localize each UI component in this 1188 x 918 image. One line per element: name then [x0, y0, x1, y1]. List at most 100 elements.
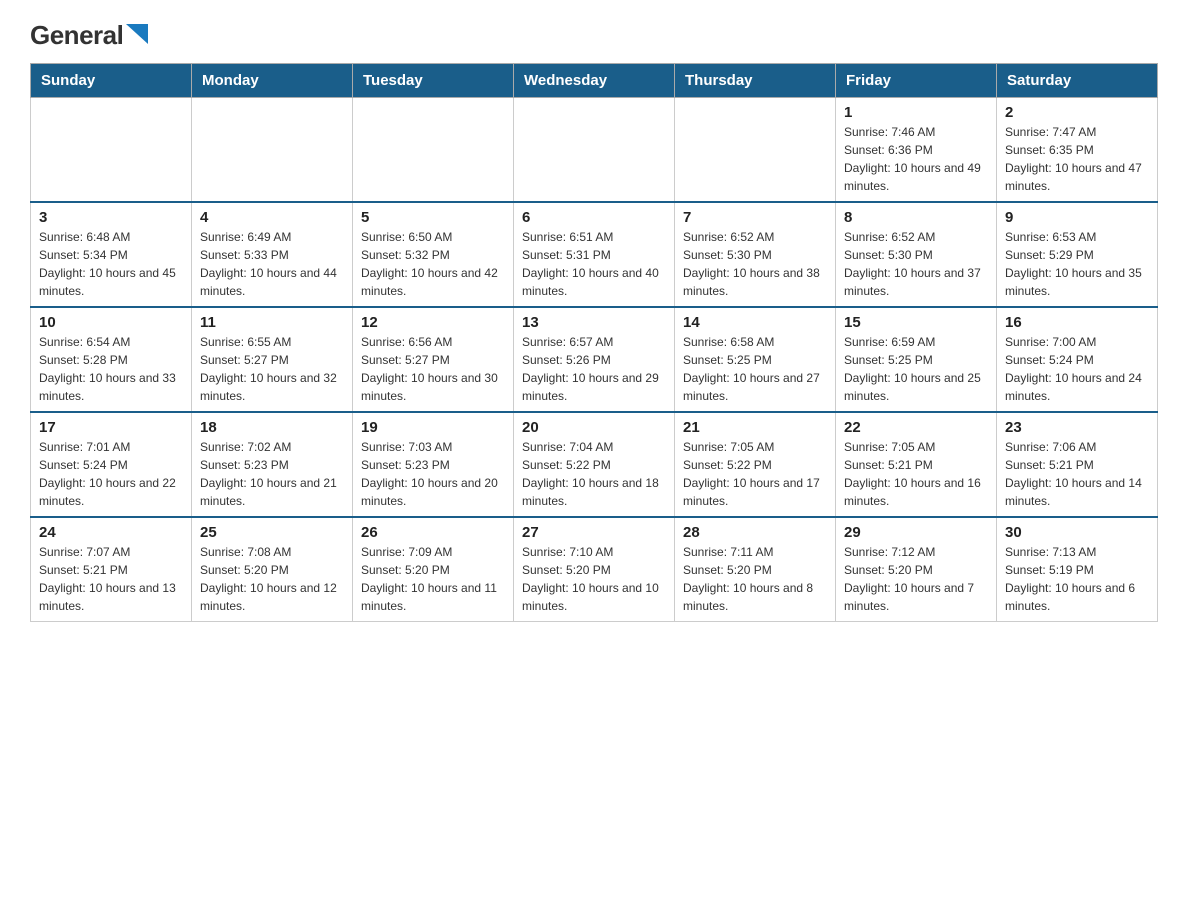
day-info: Sunrise: 7:02 AMSunset: 5:23 PMDaylight:…	[200, 438, 344, 510]
day-info: Sunrise: 6:51 AMSunset: 5:31 PMDaylight:…	[522, 228, 666, 300]
calendar-day-cell: 18 Sunrise: 7:02 AMSunset: 5:23 PMDayligh…	[192, 412, 353, 517]
calendar-day-cell: 6 Sunrise: 6:51 AMSunset: 5:31 PMDaylight…	[514, 202, 675, 307]
day-info: Sunrise: 7:46 AMSunset: 6:36 PMDaylight:…	[844, 123, 988, 195]
day-number: 27	[522, 524, 666, 541]
day-number: 21	[683, 419, 827, 436]
day-info: Sunrise: 6:56 AMSunset: 5:27 PMDaylight:…	[361, 333, 505, 405]
calendar-week-row: 3 Sunrise: 6:48 AMSunset: 5:34 PMDaylight…	[31, 202, 1158, 307]
day-info: Sunrise: 7:06 AMSunset: 5:21 PMDaylight:…	[1005, 438, 1149, 510]
day-info: Sunrise: 7:09 AMSunset: 5:20 PMDaylight:…	[361, 543, 505, 615]
day-info: Sunrise: 7:13 AMSunset: 5:19 PMDaylight:…	[1005, 543, 1149, 615]
day-number: 23	[1005, 419, 1149, 436]
calendar-day-cell: 23 Sunrise: 7:06 AMSunset: 5:21 PMDayligh…	[997, 412, 1158, 517]
day-info: Sunrise: 6:55 AMSunset: 5:27 PMDaylight:…	[200, 333, 344, 405]
day-number: 3	[39, 209, 183, 226]
day-number: 29	[844, 524, 988, 541]
calendar-day-cell: 14 Sunrise: 6:58 AMSunset: 5:25 PMDayligh…	[675, 307, 836, 412]
day-info: Sunrise: 7:01 AMSunset: 5:24 PMDaylight:…	[39, 438, 183, 510]
day-info: Sunrise: 7:07 AMSunset: 5:21 PMDaylight:…	[39, 543, 183, 615]
calendar-day-cell: 27 Sunrise: 7:10 AMSunset: 5:20 PMDayligh…	[514, 517, 675, 622]
day-number: 4	[200, 209, 344, 226]
calendar-day-cell: 19 Sunrise: 7:03 AMSunset: 5:23 PMDayligh…	[353, 412, 514, 517]
logo-triangle-icon	[126, 24, 148, 49]
day-number: 7	[683, 209, 827, 226]
day-info: Sunrise: 7:11 AMSunset: 5:20 PMDaylight:…	[683, 543, 827, 615]
calendar-day-cell: 16Sunrise: 7:00 AMSunset: 5:24 PMDayligh…	[997, 307, 1158, 412]
calendar-day-cell	[514, 98, 675, 203]
calendar-day-cell: 10 Sunrise: 6:54 AMSunset: 5:28 PMDayligh…	[31, 307, 192, 412]
day-info: Sunrise: 7:04 AMSunset: 5:22 PMDaylight:…	[522, 438, 666, 510]
day-info: Sunrise: 6:48 AMSunset: 5:34 PMDaylight:…	[39, 228, 183, 300]
calendar-day-cell: 30 Sunrise: 7:13 AMSunset: 5:19 PMDayligh…	[997, 517, 1158, 622]
day-number: 15	[844, 314, 988, 331]
calendar-day-cell: 4 Sunrise: 6:49 AMSunset: 5:33 PMDaylight…	[192, 202, 353, 307]
day-number: 16	[1005, 314, 1149, 331]
calendar-week-row: 10 Sunrise: 6:54 AMSunset: 5:28 PMDayligh…	[31, 307, 1158, 412]
calendar-day-cell	[31, 98, 192, 203]
calendar-day-cell: 25 Sunrise: 7:08 AMSunset: 5:20 PMDayligh…	[192, 517, 353, 622]
day-number: 5	[361, 209, 505, 226]
calendar-day-cell: 12 Sunrise: 6:56 AMSunset: 5:27 PMDayligh…	[353, 307, 514, 412]
calendar-week-row: 17Sunrise: 7:01 AMSunset: 5:24 PMDayligh…	[31, 412, 1158, 517]
day-number: 13	[522, 314, 666, 331]
calendar-week-row: 24Sunrise: 7:07 AMSunset: 5:21 PMDayligh…	[31, 517, 1158, 622]
calendar-day-cell: 8 Sunrise: 6:52 AMSunset: 5:30 PMDaylight…	[836, 202, 997, 307]
day-number: 30	[1005, 524, 1149, 541]
day-number: 1	[844, 104, 988, 121]
day-number: 18	[200, 419, 344, 436]
day-info: Sunrise: 6:54 AMSunset: 5:28 PMDaylight:…	[39, 333, 183, 405]
day-number: 14	[683, 314, 827, 331]
day-number: 19	[361, 419, 505, 436]
day-number: 28	[683, 524, 827, 541]
day-number: 25	[200, 524, 344, 541]
logo-general-text: General	[30, 20, 123, 51]
calendar-day-cell: 9 Sunrise: 6:53 AMSunset: 5:29 PMDaylight…	[997, 202, 1158, 307]
day-info: Sunrise: 6:49 AMSunset: 5:33 PMDaylight:…	[200, 228, 344, 300]
day-info: Sunrise: 7:03 AMSunset: 5:23 PMDaylight:…	[361, 438, 505, 510]
calendar-day-cell: 26Sunrise: 7:09 AMSunset: 5:20 PMDayligh…	[353, 517, 514, 622]
column-header-monday: Monday	[192, 64, 353, 98]
column-header-tuesday: Tuesday	[353, 64, 514, 98]
day-info: Sunrise: 7:47 AMSunset: 6:35 PMDaylight:…	[1005, 123, 1149, 195]
day-info: Sunrise: 7:05 AMSunset: 5:22 PMDaylight:…	[683, 438, 827, 510]
day-number: 10	[39, 314, 183, 331]
day-info: Sunrise: 6:53 AMSunset: 5:29 PMDaylight:…	[1005, 228, 1149, 300]
calendar-day-cell	[192, 98, 353, 203]
day-info: Sunrise: 6:50 AMSunset: 5:32 PMDaylight:…	[361, 228, 505, 300]
column-header-friday: Friday	[836, 64, 997, 98]
day-info: Sunrise: 7:10 AMSunset: 5:20 PMDaylight:…	[522, 543, 666, 615]
column-header-sunday: Sunday	[31, 64, 192, 98]
calendar-day-cell: 15Sunrise: 6:59 AMSunset: 5:25 PMDayligh…	[836, 307, 997, 412]
calendar-day-cell: 29Sunrise: 7:12 AMSunset: 5:20 PMDayligh…	[836, 517, 997, 622]
day-number: 22	[844, 419, 988, 436]
calendar-header-row: SundayMondayTuesdayWednesdayThursdayFrid…	[31, 64, 1158, 98]
day-number: 9	[1005, 209, 1149, 226]
calendar-day-cell: 28 Sunrise: 7:11 AMSunset: 5:20 PMDayligh…	[675, 517, 836, 622]
day-number: 11	[200, 314, 344, 331]
calendar-day-cell: 11 Sunrise: 6:55 AMSunset: 5:27 PMDayligh…	[192, 307, 353, 412]
calendar-week-row: 1 Sunrise: 7:46 AMSunset: 6:36 PMDaylight…	[31, 98, 1158, 203]
calendar-day-cell: 13 Sunrise: 6:57 AMSunset: 5:26 PMDayligh…	[514, 307, 675, 412]
logo-area: General	[30, 20, 148, 47]
day-number: 2	[1005, 104, 1149, 121]
column-header-thursday: Thursday	[675, 64, 836, 98]
calendar-day-cell: 17Sunrise: 7:01 AMSunset: 5:24 PMDayligh…	[31, 412, 192, 517]
day-info: Sunrise: 6:57 AMSunset: 5:26 PMDaylight:…	[522, 333, 666, 405]
calendar-day-cell: 2 Sunrise: 7:47 AMSunset: 6:35 PMDaylight…	[997, 98, 1158, 203]
day-info: Sunrise: 6:52 AMSunset: 5:30 PMDaylight:…	[683, 228, 827, 300]
day-number: 8	[844, 209, 988, 226]
day-info: Sunrise: 7:08 AMSunset: 5:20 PMDaylight:…	[200, 543, 344, 615]
day-info: Sunrise: 6:52 AMSunset: 5:30 PMDaylight:…	[844, 228, 988, 300]
day-info: Sunrise: 7:05 AMSunset: 5:21 PMDaylight:…	[844, 438, 988, 510]
day-info: Sunrise: 6:58 AMSunset: 5:25 PMDaylight:…	[683, 333, 827, 405]
page-header: General	[30, 20, 1158, 47]
day-number: 6	[522, 209, 666, 226]
calendar-day-cell: 22 Sunrise: 7:05 AMSunset: 5:21 PMDayligh…	[836, 412, 997, 517]
calendar-day-cell: 20Sunrise: 7:04 AMSunset: 5:22 PMDayligh…	[514, 412, 675, 517]
calendar-day-cell: 3 Sunrise: 6:48 AMSunset: 5:34 PMDaylight…	[31, 202, 192, 307]
calendar-day-cell: 7 Sunrise: 6:52 AMSunset: 5:30 PMDaylight…	[675, 202, 836, 307]
column-header-saturday: Saturday	[997, 64, 1158, 98]
day-number: 12	[361, 314, 505, 331]
calendar-day-cell	[353, 98, 514, 203]
calendar-day-cell: 1 Sunrise: 7:46 AMSunset: 6:36 PMDaylight…	[836, 98, 997, 203]
